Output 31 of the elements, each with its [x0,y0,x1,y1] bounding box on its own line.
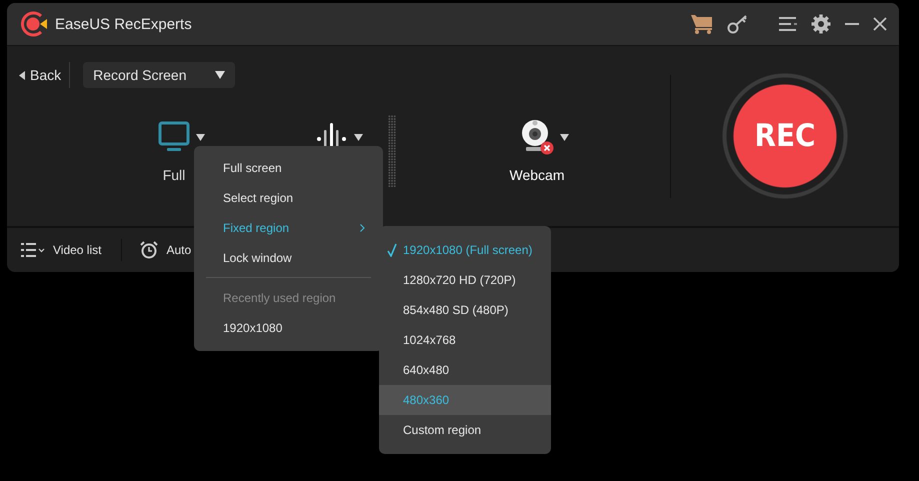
caret-icon [560,134,568,140]
back-button[interactable]: Back [17,62,70,88]
chevron-right-icon [360,224,365,232]
alarm-clock-icon [140,241,158,259]
menu-item[interactable]: Select region [194,183,383,213]
window-title: EaseUS RecExperts [55,16,193,32]
key-icon[interactable] [727,14,749,34]
menu-item[interactable]: Full screen [194,153,383,183]
menu-icon[interactable] [779,17,797,31]
cart-icon[interactable] [691,14,713,34]
caret-icon [214,71,225,79]
webcam-source-button[interactable] [520,117,568,157]
monitor-icon [158,121,190,153]
list-icon [21,243,45,257]
app-logo-icon [21,11,47,37]
caret-icon [354,134,362,140]
submenu-item[interactable]: 640x480 [379,355,551,385]
source-label: Full [162,167,186,183]
menu-section-header: Recently used region [222,290,337,307]
auto-button[interactable]: Auto [140,241,192,259]
settings-icon[interactable] [811,14,831,34]
source-label: Webcam [510,167,564,183]
submenu-item[interactable]: Custom region [379,415,551,445]
record-button[interactable]: REC [721,72,849,200]
video-list-button[interactable]: Video list [21,243,102,257]
mode-dropdown[interactable]: Record Screen [83,62,235,88]
caret-left-icon [19,70,25,80]
volume-meter [388,115,396,187]
caret-icon [196,134,204,140]
close-icon[interactable] [873,17,887,31]
submenu-item[interactable]: 480x360 [379,385,551,415]
